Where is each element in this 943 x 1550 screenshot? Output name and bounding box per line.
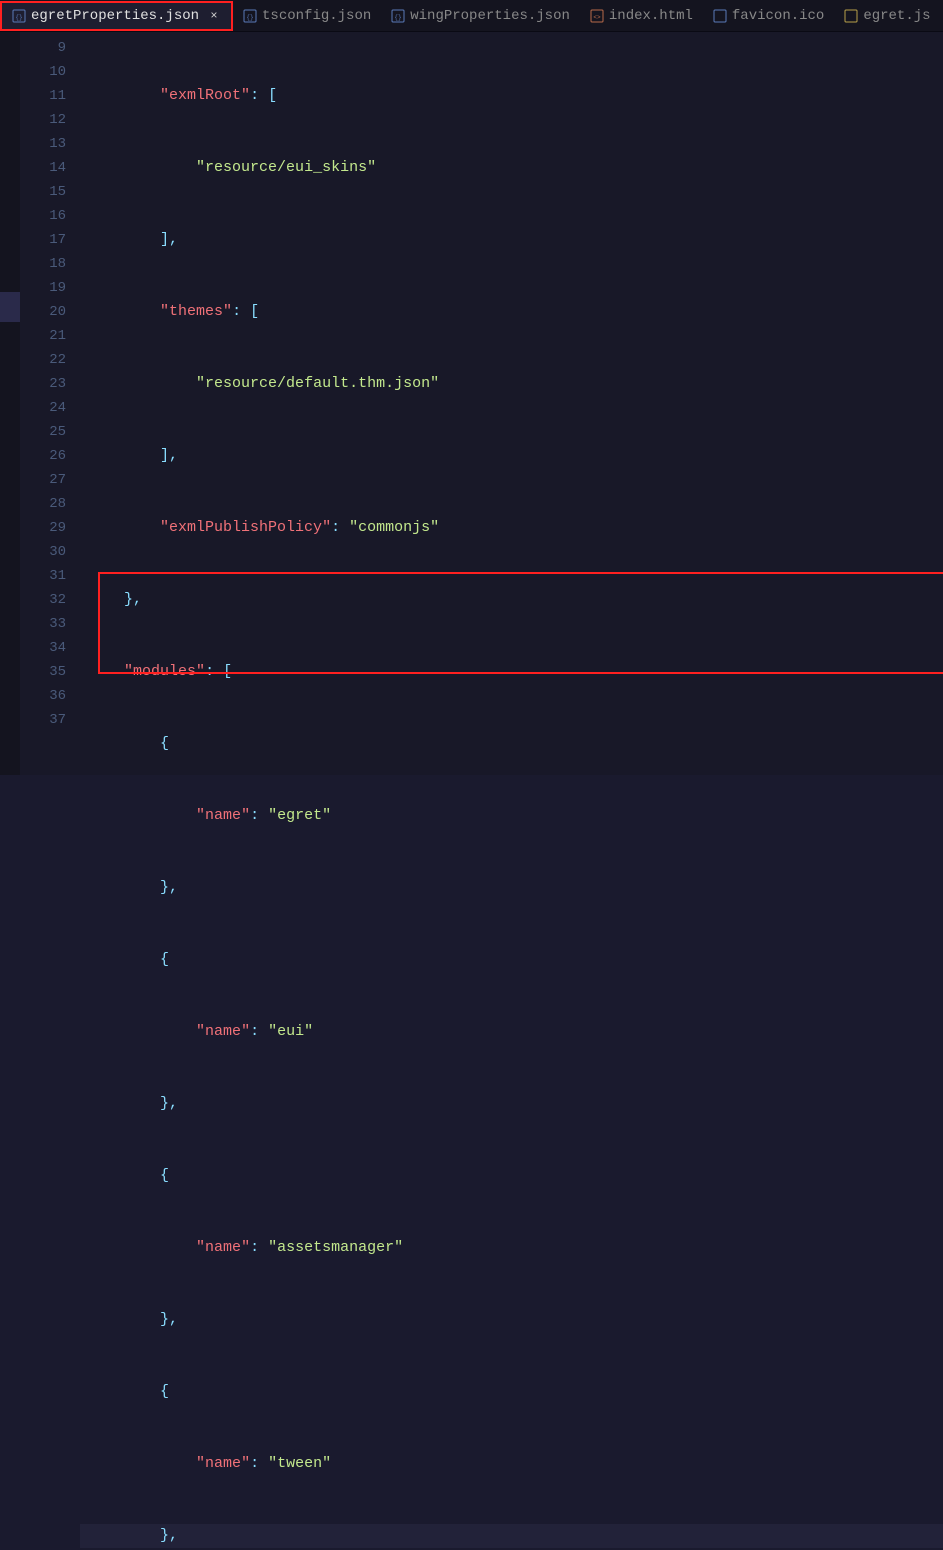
code-editor[interactable]: "exmlRoot": [ "resource/eui_skins" ], "t…: [80, 32, 943, 775]
line-number: 16: [20, 204, 80, 228]
line-number: 36: [20, 684, 80, 708]
code-line: "modules": [: [80, 660, 943, 684]
code-line: "resource/default.thm.json": [80, 372, 943, 396]
code-line: {: [80, 1380, 943, 1404]
line-number: 11: [20, 84, 80, 108]
line-number: 21: [20, 324, 80, 348]
json-file-icon: {}: [391, 9, 405, 23]
code-line: ],: [80, 444, 943, 468]
line-number: 28: [20, 492, 80, 516]
code-line: "themes": [: [80, 300, 943, 324]
line-number: 27: [20, 468, 80, 492]
js-file-icon: [844, 9, 858, 23]
code-line-current: },: [80, 1524, 943, 1548]
line-number: 10: [20, 60, 80, 84]
line-number: 23: [20, 372, 80, 396]
tab-egret-js[interactable]: egret.js: [834, 0, 940, 31]
code-line: },: [80, 588, 943, 612]
json-file-icon: {}: [12, 9, 26, 23]
activity-marker: [0, 292, 20, 322]
code-line: "exmlPublishPolicy": "commonjs": [80, 516, 943, 540]
tab-egret-properties[interactable]: {} egretProperties.json ×: [0, 1, 233, 31]
code-line: },: [80, 1092, 943, 1116]
svg-text:{}: {}: [15, 14, 22, 21]
tab-label: tsconfig.json: [262, 8, 371, 24]
line-number: 26: [20, 444, 80, 468]
line-number: 24: [20, 396, 80, 420]
code-line: "name": "tween": [80, 1452, 943, 1476]
code-line: },: [80, 1308, 943, 1332]
tab-tsconfig[interactable]: {} tsconfig.json: [233, 0, 381, 31]
line-number: 13: [20, 132, 80, 156]
line-number: 19: [20, 276, 80, 300]
line-number: 35: [20, 660, 80, 684]
tab-wing-properties[interactable]: {} wingProperties.json: [381, 0, 580, 31]
line-number: 30: [20, 540, 80, 564]
line-number: 37: [20, 708, 80, 732]
line-number: 32: [20, 588, 80, 612]
svg-text:<>: <>: [593, 14, 601, 21]
line-number: 12: [20, 108, 80, 132]
tab-label: egretProperties.json: [31, 8, 199, 24]
line-number: 14: [20, 156, 80, 180]
line-number: 22: [20, 348, 80, 372]
json-file-icon: {}: [243, 9, 257, 23]
line-number: 18: [20, 252, 80, 276]
line-number: 17: [20, 228, 80, 252]
code-line: },: [80, 876, 943, 900]
tab-label: index.html: [609, 8, 693, 24]
code-line: "name": "egret": [80, 804, 943, 828]
line-number: 29: [20, 516, 80, 540]
code-line: ],: [80, 228, 943, 252]
html-file-icon: <>: [590, 9, 604, 23]
code-line: "exmlRoot": [: [80, 84, 943, 108]
tab-label: egret.js: [863, 8, 930, 24]
close-icon[interactable]: ×: [207, 9, 221, 23]
svg-text:{}: {}: [246, 14, 253, 21]
code-line: {: [80, 732, 943, 756]
svg-text:{}: {}: [395, 14, 402, 21]
line-number: 9: [20, 36, 80, 60]
activity-bar: [0, 32, 20, 775]
line-number: 33: [20, 612, 80, 636]
editor-container: 9101112131415161718192021222324252627282…: [0, 32, 943, 775]
image-file-icon: [713, 9, 727, 23]
code-line: "resource/eui_skins": [80, 156, 943, 180]
line-number-gutter: 9101112131415161718192021222324252627282…: [20, 32, 80, 775]
tab-favicon[interactable]: favicon.ico: [703, 0, 834, 31]
line-number: 25: [20, 420, 80, 444]
tab-bar: {} egretProperties.json × {} tsconfig.js…: [0, 0, 943, 32]
code-line: {: [80, 1164, 943, 1188]
code-line: {: [80, 948, 943, 972]
line-number: 34: [20, 636, 80, 660]
code-line: "name": "assetsmanager": [80, 1236, 943, 1260]
tab-label: favicon.ico: [732, 8, 824, 24]
tab-index-html[interactable]: <> index.html: [580, 0, 703, 31]
code-line: "name": "eui": [80, 1020, 943, 1044]
line-number: 15: [20, 180, 80, 204]
line-number: 20: [20, 300, 80, 324]
tab-label: wingProperties.json: [410, 8, 570, 24]
line-number: 31: [20, 564, 80, 588]
